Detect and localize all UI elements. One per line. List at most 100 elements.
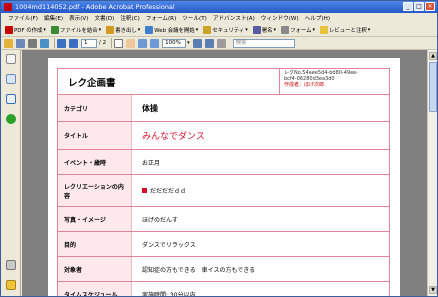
attachments-icon[interactable]: [6, 260, 16, 270]
row-label: タイムスケジュール: [58, 282, 132, 296]
chevron-down-icon: ▾: [137, 26, 141, 33]
signatures-panel-icon[interactable]: [6, 94, 16, 104]
export-icon: [106, 25, 115, 34]
row-label: 対象者: [58, 257, 132, 281]
menu-help[interactable]: ヘルプ(H): [302, 14, 333, 22]
forms-label: フォーム: [290, 27, 312, 34]
table-row: タイムスケジュール 実施時間: 30分以内: [58, 282, 389, 296]
how-to-icon[interactable]: [6, 114, 16, 124]
chevron-down-icon: ▾: [98, 26, 102, 33]
table-row: 対象者 認知症の方もできる 車イスの方もできる: [58, 257, 389, 282]
row-value: ほげのだんす: [142, 216, 178, 224]
row-label: イベント・歳時: [58, 150, 132, 174]
combine-label: ファイルを結合: [59, 27, 98, 34]
document-viewport: レク企画書 レクNo.54aee5d4-bd80-49ee- bcf4-0628…: [22, 50, 427, 296]
review-comment-label: レビューと注釈: [328, 27, 367, 34]
row-value: お正月: [142, 159, 161, 167]
save-icon[interactable]: [16, 38, 25, 48]
search-input[interactable]: 検索: [232, 38, 295, 48]
scroll-down-icon[interactable]: ▼: [429, 286, 437, 294]
review-comment-button[interactable]: レビューと注釈 ▾: [319, 24, 371, 35]
chevron-down-icon: ▾: [367, 26, 371, 33]
combine-files-button[interactable]: ファイルを結合 ▾: [50, 24, 102, 35]
close-button[interactable]: ×: [425, 2, 435, 11]
export-button[interactable]: 書き出し ▾: [105, 24, 141, 35]
table-row: レクリエーションの内容 だだだだｄｄ: [58, 175, 389, 207]
maximize-button[interactable]: □: [414, 2, 424, 11]
menu-view[interactable]: 表示(V): [66, 14, 91, 22]
row-label: タイトル: [58, 122, 132, 149]
next-page-icon[interactable]: [69, 38, 78, 48]
menu-comments[interactable]: 注釈(C): [117, 14, 142, 22]
web-meeting-button[interactable]: Web 会議を開始 ▾: [144, 24, 199, 35]
chevron-down-icon[interactable]: ▾: [187, 40, 190, 46]
window-controls: _ □ ×: [403, 2, 435, 11]
toolbar-separator: [111, 38, 113, 48]
table-row: イベント・歳時 お正月: [58, 150, 389, 175]
fit-page-icon[interactable]: [192, 38, 202, 48]
pen-icon: [252, 25, 261, 34]
page-total: / 2: [99, 40, 107, 46]
sign-label: 署名: [261, 27, 273, 34]
create-pdf-button[interactable]: PDF の作成 ▾: [4, 24, 47, 35]
email-icon[interactable]: [40, 38, 49, 48]
row-value: 実施時間: 30分以内: [142, 292, 196, 296]
combine-icon: [50, 25, 59, 34]
chevron-down-icon: ▾: [312, 26, 315, 33]
bookmarks-panel-icon[interactable]: [6, 74, 16, 84]
vertical-scrollbar[interactable]: ▲ ▼: [427, 50, 437, 296]
menu-forms[interactable]: フォーム(R): [143, 14, 179, 22]
toolbar-separator: [54, 38, 55, 48]
chevron-down-icon: ▾: [43, 26, 46, 33]
sign-button[interactable]: 署名 ▾: [252, 24, 277, 35]
rec-plan-form: レク企画書 レクNo.54aee5d4-bd80-49ee- bcf4-0628…: [57, 68, 390, 296]
hand-tool-icon[interactable]: [126, 38, 136, 48]
row-label: レクリエーションの内容: [58, 175, 132, 206]
menu-tools[interactable]: ツール(T): [179, 14, 210, 22]
forms-button[interactable]: フォーム ▾: [280, 24, 316, 35]
lock-icon: [203, 25, 212, 34]
previous-page-icon[interactable]: [57, 38, 66, 48]
fit-width-icon[interactable]: [204, 38, 214, 48]
table-row: カテゴリ 体操: [58, 95, 389, 122]
row-value: 認知症の方もできる 車イスの方もできる: [142, 266, 256, 274]
row-value-container: だだだだｄｄ: [132, 175, 389, 206]
scroll-thumb[interactable]: [429, 62, 437, 112]
create-pdf-label: PDF の作成: [14, 27, 43, 34]
navigation-toolbar: 1 / 2 100% ▾ 検索: [1, 37, 437, 50]
select-cursor-icon[interactable]: [114, 38, 124, 48]
zoom-level-field[interactable]: 100%: [162, 38, 187, 48]
row-value: だだだだｄｄ: [150, 188, 187, 195]
zoom-out-icon[interactable]: [138, 38, 148, 48]
acrobat-app-icon: [4, 3, 12, 11]
menu-window[interactable]: ウィンドウ(W): [258, 14, 302, 22]
comments-icon[interactable]: [6, 280, 16, 290]
form-icon: [281, 25, 290, 34]
open-folder-icon[interactable]: [4, 38, 13, 48]
bullet-icon: [142, 188, 147, 193]
menu-edit[interactable]: 編集(E): [41, 14, 66, 22]
menu-file[interactable]: ファイル(F): [5, 14, 41, 22]
row-label: カテゴリ: [58, 95, 132, 121]
chevron-down-icon: ▾: [245, 26, 248, 33]
menu-document[interactable]: 文書(D): [91, 14, 117, 22]
scroll-up-icon[interactable]: ▲: [429, 52, 437, 60]
form-header: レク企画書 レクNo.54aee5d4-bd80-49ee- bcf4-0628…: [58, 69, 389, 95]
pages-panel-icon[interactable]: [6, 54, 16, 64]
web-meeting-label: Web 会議を開始: [154, 27, 195, 34]
table-row: タイトル みんなでダンス: [58, 122, 389, 150]
rotate-icon[interactable]: [216, 38, 226, 48]
export-label: 書き出し: [115, 27, 137, 34]
security-button[interactable]: セキュリティ ▾: [202, 24, 249, 35]
tasks-toolbar: PDF の作成 ▾ ファイルを結合 ▾ 書き出し ▾ Web 会議を開始 ▾ セ…: [1, 23, 437, 37]
page-number-input[interactable]: 1: [81, 38, 97, 48]
row-label: 写真・イメージ: [58, 207, 132, 231]
pdf-page: レク企画書 レクNo.54aee5d4-bd80-49ee- bcf4-0628…: [48, 58, 400, 296]
menu-advanced[interactable]: アドバンスト(A): [210, 14, 258, 22]
security-label: セキュリティ: [212, 27, 245, 34]
comment-icon: [319, 25, 328, 34]
row-value: 体操: [142, 103, 158, 113]
zoom-in-icon[interactable]: [150, 38, 160, 48]
print-icon[interactable]: [28, 38, 37, 48]
minimize-button[interactable]: _: [403, 2, 413, 11]
